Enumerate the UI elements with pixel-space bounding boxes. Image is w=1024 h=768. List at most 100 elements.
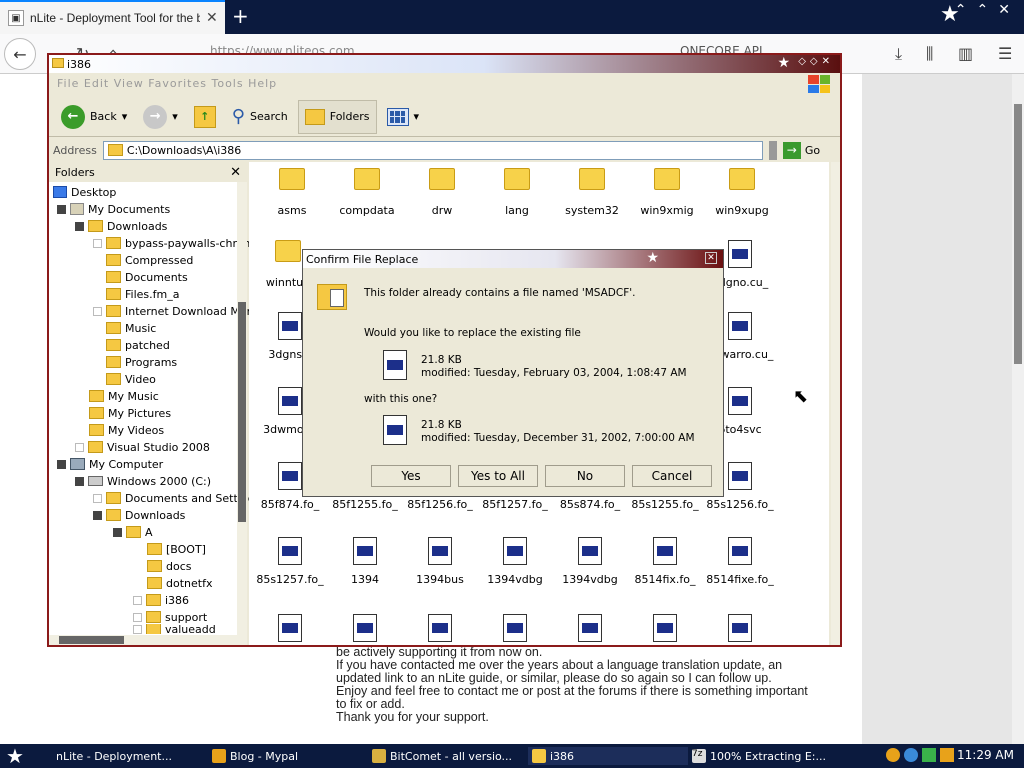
dropdown-icon[interactable]: ▾	[122, 110, 128, 123]
menu-icon[interactable]: ☰	[998, 44, 1012, 63]
file-item[interactable]	[403, 614, 477, 645]
tree-item[interactable]: My Music	[89, 388, 159, 404]
file-item[interactable]	[628, 614, 702, 645]
window-controls[interactable]: ⌃⌃✕	[955, 2, 1020, 18]
file-item[interactable]: 85s1257.fo_	[253, 537, 327, 586]
tree-item[interactable]: dotnetfx	[147, 575, 212, 591]
tray-icon[interactable]	[940, 748, 954, 762]
desktop-icon	[53, 186, 67, 198]
address-dropdown[interactable]	[768, 140, 777, 160]
existing-modified: modified: Tuesday, February 03, 2004, 1:…	[421, 367, 687, 379]
folders-scrollbar[interactable]	[237, 182, 247, 645]
file-item[interactable]: 1394	[328, 537, 402, 586]
tree-item[interactable]: patched	[106, 337, 170, 353]
tree-item[interactable]: My Computer	[57, 456, 163, 472]
library-icon[interactable]: ⫼	[926, 44, 933, 64]
tree-item-selected[interactable]: i386	[133, 592, 189, 608]
folders-button[interactable]: Folders	[297, 99, 377, 134]
cancel-button[interactable]: Cancel	[632, 465, 712, 487]
tree-item[interactable]: Programs	[106, 354, 177, 370]
file-item[interactable]	[328, 614, 402, 645]
tree-item[interactable]: Compressed	[106, 252, 193, 268]
folder-item[interactable]: win9xupg	[705, 168, 779, 217]
folder-item[interactable]: system32	[555, 168, 629, 217]
file-item[interactable]: 8514fixe.fo_	[703, 537, 777, 586]
explorer-title-bar[interactable]: i386 ★ ◇◇✕	[49, 55, 840, 73]
file-item[interactable]	[253, 614, 327, 645]
dropdown-icon[interactable]: ▾	[172, 110, 178, 123]
page-scrollbar[interactable]	[1012, 74, 1024, 744]
tree-item[interactable]: Music	[106, 320, 156, 336]
browser-tab-nlite[interactable]: ▣ nLite - Deployment Tool for the bu ✕	[0, 0, 225, 34]
tree-item[interactable]: [BOOT]	[147, 541, 206, 557]
start-button[interactable]: ★	[6, 744, 24, 768]
back-button[interactable]: ← Back ▾	[55, 100, 133, 134]
yes-to-all-button[interactable]: Yes to All	[458, 465, 538, 487]
folder-item[interactable]: drw	[405, 168, 479, 217]
taskbar-item[interactable]: 7z 100% Extracting E:...	[688, 747, 878, 765]
search-button[interactable]: ⚲ Search	[226, 100, 294, 134]
back-button[interactable]: ←	[4, 38, 36, 70]
page-margin	[862, 74, 1012, 744]
sidebar-icon[interactable]: ▥	[958, 44, 973, 63]
close-icon[interactable]: ✕	[230, 165, 241, 180]
tree-item[interactable]: Windows 2000 (C:)	[75, 473, 211, 489]
tree-item[interactable]: My Documents	[57, 201, 170, 217]
folder-icon	[107, 144, 123, 156]
taskbar-item[interactable]: BitComet - all versio...	[368, 747, 538, 765]
up-button[interactable]: ↑	[188, 100, 222, 134]
tree-item[interactable]: A	[113, 524, 153, 540]
tray-icon[interactable]	[922, 748, 936, 762]
file-scrollbar[interactable]	[831, 162, 840, 645]
tree-item[interactable]: My Videos	[89, 422, 164, 438]
tray-icons[interactable]	[886, 748, 954, 762]
dropdown-icon[interactable]: ▾	[414, 110, 420, 123]
tree-item[interactable]: Downloads	[93, 507, 185, 523]
folder-item[interactable]: lang	[480, 168, 554, 217]
taskbar-item-active[interactable]: i386	[528, 747, 688, 765]
address-input[interactable]: C:\Downloads\A\i386	[102, 140, 763, 160]
file-item[interactable]	[703, 614, 777, 645]
tray-icon[interactable]	[886, 748, 900, 762]
tree-item[interactable]: Video	[106, 371, 156, 387]
close-icon[interactable]: ✕	[705, 252, 717, 264]
folder-item[interactable]: asms	[255, 168, 329, 217]
folder-item[interactable]: compdata	[330, 168, 404, 217]
folder-icon	[106, 356, 121, 368]
go-button[interactable]: → Go	[782, 141, 820, 159]
file-item[interactable]: 1394vdbg	[478, 537, 552, 586]
folder-icon	[106, 288, 121, 300]
taskbar-item[interactable]: Blog - Mypal	[208, 747, 378, 765]
tree-item[interactable]: Visual Studio 2008	[75, 439, 210, 455]
folders-hscrollbar[interactable]	[49, 635, 237, 645]
file-item[interactable]: 1394bus	[403, 537, 477, 586]
tree-item[interactable]: Downloads	[75, 218, 167, 234]
dialog-title-bar[interactable]: Confirm File Replace ★	[303, 250, 723, 268]
folder-item[interactable]: win9xmig	[630, 168, 704, 217]
tree-item[interactable]: valueadd	[133, 624, 216, 634]
explorer-menu-bar[interactable]: File Edit View Favorites Tools Help	[49, 73, 840, 95]
forward-button[interactable]: → ▾	[137, 100, 184, 134]
tree-item[interactable]: bypass-paywalls-chrome	[93, 235, 261, 251]
tree-item[interactable]: docs	[147, 558, 192, 574]
file-item[interactable]: 8514fix.fo_	[628, 537, 702, 586]
file-item[interactable]: 1394vdbg	[553, 537, 627, 586]
file-icon	[428, 614, 452, 642]
tree-item[interactable]: Files.fm_a	[106, 286, 179, 302]
file-item[interactable]	[478, 614, 552, 645]
new-tab-button[interactable]: +	[232, 4, 249, 28]
close-icon[interactable]: ✕	[206, 10, 218, 26]
tray-icon[interactable]	[904, 748, 918, 762]
tree-item[interactable]: Documents and Settings	[93, 490, 261, 506]
title-buttons[interactable]: ◇◇✕	[798, 56, 834, 67]
no-button[interactable]: No	[545, 465, 625, 487]
yes-button[interactable]: Yes	[371, 465, 451, 487]
file-item[interactable]	[553, 614, 627, 645]
tree-item[interactable]: Desktop	[53, 184, 116, 200]
taskbar-item[interactable]: nLite - Deployment...	[52, 747, 202, 765]
download-icon[interactable]: ⤓	[895, 44, 902, 64]
views-button[interactable]: ▾	[381, 100, 426, 134]
tree-item[interactable]: Documents	[106, 269, 188, 285]
tree-item[interactable]: support	[133, 609, 207, 625]
tree-item[interactable]: My Pictures	[89, 405, 171, 421]
